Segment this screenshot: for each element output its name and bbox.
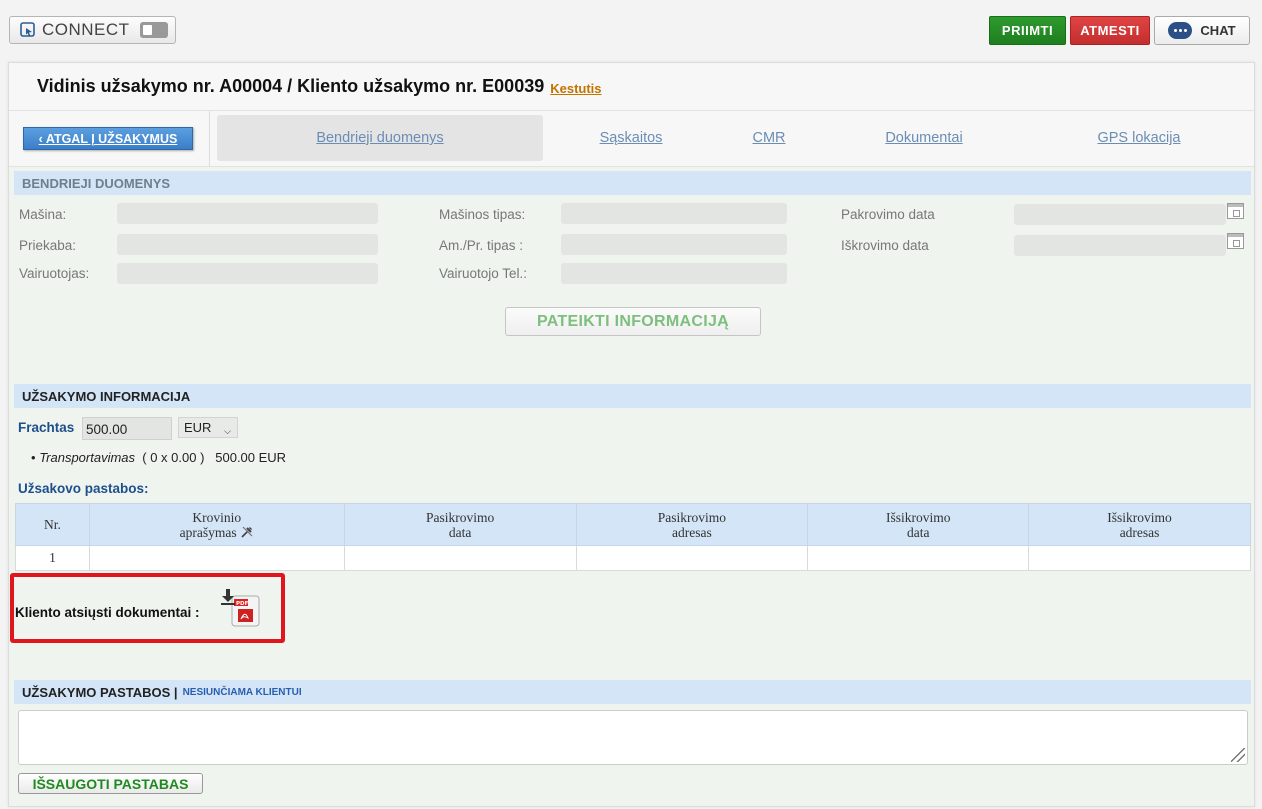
col-header-loading-address: Pasikrovimo adresas [575,503,809,546]
order-info-section-heading: UŽSAKYMO INFORMACIJA [14,384,1251,408]
tab-separator [209,111,210,167]
tabs-bar: ‹ ATGAL Į UŽSAKYMUS Bendrieji duomenys S… [9,111,1254,167]
trailer-field[interactable] [117,234,378,255]
connect-logo-icon [20,21,38,39]
tab-documents[interactable]: Dokumentai [859,115,989,161]
unloading-date-label: Iškrovimo data [841,238,929,253]
goods-table: Nr. Krovinio aprašymas Pasikrovimodata [15,503,1251,571]
machine-type-label: Mašinos tipas: [439,207,526,222]
client-notes-label: Užsakovo pastabos: [18,481,149,496]
submit-info-button[interactable]: PATEIKTI INFORMACIJĄ [505,307,761,336]
chat-label: CHAT [1200,23,1236,38]
bullet-icon: • [31,450,36,465]
order-panel: Vidinis užsakymo nr. A00004 / Kliento už… [8,62,1255,807]
unloading-date-calendar-icon[interactable] [1227,233,1244,249]
freight-input[interactable]: 500.00 [82,417,172,440]
tab-invoices[interactable]: Sąskaitos [569,115,693,161]
resize-handle[interactable] [1231,748,1245,762]
currency-value: EUR [184,420,212,435]
connect-toggle-button[interactable]: CONNECT [9,16,176,44]
tab-general[interactable]: Bendrieji duomenys [217,115,543,161]
cell-loading-address [575,545,809,571]
connect-switch[interactable] [139,22,168,38]
am-pr-type-field[interactable] [561,234,787,255]
save-notes-button[interactable]: IŠSAUGOTI PASTABAS [18,773,203,794]
col-header-unloading-date: Išsikrovimo data [807,503,1030,546]
am-pr-type-label: Am./Pr. tipas : [439,238,524,253]
connect-label: CONNECT [42,20,130,39]
cell-cargo-description [88,545,345,571]
cell-nr: 1 [15,545,90,571]
machine-type-field[interactable] [561,203,787,224]
accept-button[interactable]: PRIIMTI [989,16,1066,45]
page-title: Vidinis užsakymo nr. A00004 / Kliento už… [37,76,545,96]
order-notes-section-heading: UŽSAKYMO PASTABOS | NESIUNČIAMA KLIENTUI [14,680,1251,704]
order-notes-textarea[interactable] [18,710,1248,765]
freight-label: Frachtas [18,420,75,435]
cell-loading-date [343,545,577,571]
pdf-download-icon[interactable]: PDF [220,588,262,628]
transport-name: Transportavimas [39,450,136,465]
reject-button[interactable]: ATMESTI [1070,16,1150,45]
chat-button[interactable]: CHAT [1154,16,1250,45]
table-row: 1 [15,545,1251,571]
client-documents-label: Kliento atsiųsti dokumentai : [15,605,200,620]
col-header-nr: Nr. [15,503,90,546]
trailer-label: Priekaba: [19,238,77,253]
driver-phone-label: Vairuotojo Tel.: [439,266,528,281]
tab-gps[interactable]: GPS lokacija [1069,115,1209,161]
panel-header: Vidinis užsakymo nr. A00004 / Kliento už… [9,63,1254,111]
tools-icon[interactable] [240,525,254,540]
col-header-unloading-address: Išsikrovimo adresas [1028,503,1251,546]
machine-field[interactable] [117,203,378,224]
cell-unloading-date [807,545,1030,571]
driver-phone-field[interactable] [561,263,787,284]
col-header-cargo-description: Krovinio aprašymas [88,503,345,546]
order-notes-subheading: NESIUNČIAMA KLIENTUI [182,686,302,698]
loading-date-calendar-icon[interactable] [1227,203,1244,219]
machine-label: Mašina: [19,207,67,222]
transport-line: • Transportavimas ( 0 x 0.00 ) 500.00 EU… [31,450,286,465]
unloading-date-field[interactable] [1014,235,1226,256]
pdf-badge: PDF [236,601,249,607]
user-link[interactable]: Kestutis [550,81,601,96]
chat-bubble-icon [1168,22,1193,39]
col-header-loading-date: Pasikrovimo data [343,503,577,546]
top-actions: PRIIMTI ATMESTI CHAT [989,16,1250,45]
tab-cmr[interactable]: CMR [729,115,809,161]
back-to-orders-button[interactable]: ‹ ATGAL Į UŽSAKYMUS [23,127,193,150]
chevron-down-icon: ⌵ [224,426,231,436]
transport-calc: ( 0 x 0.00 ) [142,450,205,465]
currency-select[interactable]: EUR ⌵ [178,417,238,438]
driver-label: Vairuotojas: [19,266,90,281]
driver-field[interactable] [117,263,378,284]
order-notes-heading: UŽSAKYMO PASTABOS | [22,684,178,700]
loading-date-field[interactable] [1014,204,1226,225]
loading-date-label: Pakrovimo data [841,207,935,222]
transport-total: 500.00 EUR [215,450,287,465]
cell-unloading-address [1028,545,1251,571]
goods-table-header-row: Nr. Krovinio aprašymas Pasikrovimodata [15,503,1251,546]
general-section-heading: BENDRIEJI DUOMENYS [14,171,1251,195]
